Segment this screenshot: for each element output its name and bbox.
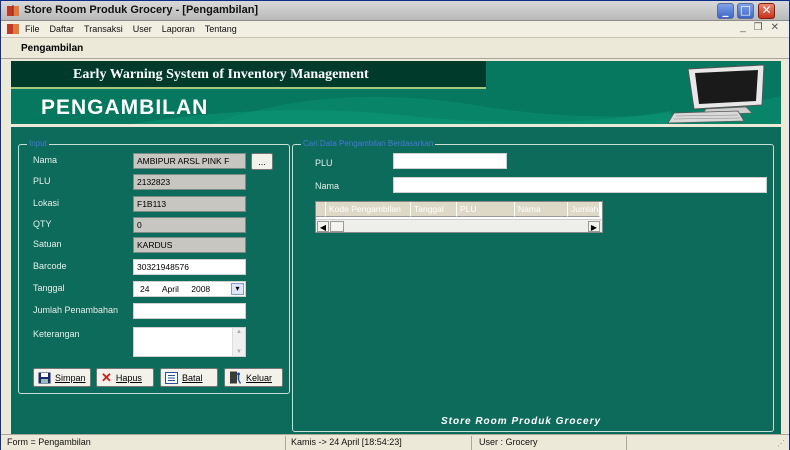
minimize-icon: _ (722, 3, 729, 17)
resize-grip-icon[interactable]: ⋰ (777, 439, 785, 448)
tanggal-year: 2008 (191, 284, 211, 294)
save-icon (38, 372, 51, 383)
search-nama-label: Nama (315, 181, 340, 191)
maximize-button[interactable]: □ (737, 3, 754, 19)
barcode-input[interactable]: 30321948576 (133, 259, 246, 275)
status-separator (626, 436, 627, 450)
exit-door-icon (230, 371, 242, 384)
nama-field[interactable]: AMBIPUR ARSL PINK F (133, 153, 246, 169)
book-menu-icon[interactable] (6, 23, 20, 35)
menu-file[interactable]: File (25, 24, 40, 34)
menu-tentang[interactable]: Tentang (205, 24, 237, 34)
col-kode-pengambilan[interactable]: Kode Pengambilan (326, 202, 411, 217)
qty-label: QTY (33, 219, 52, 229)
status-bar: Form = Pengambilan Kamis -> 24 April [18… (1, 434, 789, 450)
menu-user[interactable]: User (133, 24, 152, 34)
search-plu-label: PLU (315, 158, 333, 168)
search-nama-input[interactable] (393, 177, 767, 193)
col-jumlah[interactable]: Jumlah (568, 202, 600, 217)
book-app-icon (7, 5, 19, 16)
delete-x-icon: ✕ (101, 369, 112, 385)
menu-transaksi[interactable]: Transaksi (84, 24, 123, 34)
mdi-minimize-icon[interactable]: _ (740, 22, 746, 33)
keluar-label: Keluar (246, 372, 273, 383)
hapus-button[interactable]: ✕ Hapus (96, 368, 154, 387)
jumlah-label: Jumlah Penambahan (33, 305, 119, 315)
batal-label: Batal (182, 372, 203, 383)
application-window: Store Room Produk Grocery - [Pengambilan… (0, 0, 790, 450)
child-window-title-bar: Pengambilan (1, 38, 789, 59)
menu-bar: File Daftar Transaksi User Laporan Tenta… (1, 21, 789, 38)
table-horizontal-scrollbar[interactable]: ◀ ▶ (316, 219, 602, 232)
pengambilan-table[interactable]: Kode Pengambilan Tanggal PLU Nama Jumlah… (315, 201, 603, 233)
footer-logo-text: Store Room Produk Grocery (441, 416, 602, 427)
search-group-title: Cari Data Pengambilan Berdasarkan (301, 139, 436, 148)
page-title: PENGAMBILAN (41, 96, 209, 119)
status-user: User : Grocery (479, 437, 538, 447)
keterangan-textarea[interactable] (133, 327, 246, 357)
keterangan-scrollbar[interactable]: ▲ ▼ (232, 328, 245, 356)
status-form: Form = Pengambilan (7, 437, 91, 447)
maximize-icon: □ (739, 3, 752, 17)
main-panel: Input Nama AMBIPUR ARSL PINK F ... PLU 2… (11, 127, 781, 434)
title-bar[interactable]: Store Room Produk Grocery - [Pengambilan… (1, 1, 789, 21)
plu-field[interactable]: 2132823 (133, 174, 246, 190)
row-selector-header (316, 202, 326, 217)
child-window-title: Pengambilan (21, 43, 84, 54)
tanggal-month: April (161, 284, 179, 294)
satuan-label: Satuan (33, 239, 62, 249)
lokasi-field[interactable]: F1B113 (133, 196, 246, 212)
hapus-label: Hapus (115, 372, 142, 383)
list-icon (165, 371, 178, 384)
col-nama[interactable]: Nama (515, 202, 568, 217)
menu-laporan[interactable]: Laporan (162, 24, 195, 34)
lokasi-label: Lokasi (33, 198, 60, 208)
header-banner: Early Warning System of Inventory Manage… (11, 61, 781, 124)
chevron-down-icon[interactable]: ▾ (231, 283, 244, 295)
keluar-button[interactable]: Keluar (224, 368, 283, 387)
barcode-label: Barcode (33, 261, 67, 271)
window-title: Store Room Produk Grocery - [Pengambilan… (24, 4, 259, 16)
tanggal-date-picker[interactable]: 24 April 2008 ▾ (133, 281, 246, 297)
mdi-restore-icon[interactable]: ❒ (754, 22, 763, 33)
mdi-close-icon[interactable]: ✕ (771, 22, 779, 33)
scroll-thumb[interactable] (330, 221, 344, 232)
scroll-up-icon[interactable]: ▲ (236, 329, 242, 335)
mdi-controls: _ ❒ ✕ (740, 22, 779, 33)
status-separator (471, 436, 472, 450)
minimize-button[interactable]: _ (717, 3, 734, 19)
computer-icon (667, 64, 765, 124)
jumlah-penambahan-input[interactable] (133, 303, 246, 319)
plu-label: PLU (33, 176, 51, 186)
tanggal-label: Tanggal (33, 283, 65, 293)
input-group-title: Input (27, 139, 49, 148)
col-plu[interactable]: PLU (457, 202, 515, 217)
status-datetime: Kamis -> 24 April [18:54:23] (291, 437, 402, 447)
nama-label: Nama (33, 155, 58, 165)
ews-title-bar: Early Warning System of Inventory Manage… (11, 61, 486, 89)
simpan-button[interactable]: Simpan (33, 368, 91, 387)
batal-button[interactable]: Batal (160, 368, 218, 387)
col-tanggal[interactable]: Tanggal (411, 202, 457, 217)
table-header: Kode Pengambilan Tanggal PLU Nama Jumlah (316, 202, 600, 217)
menu-items: File Daftar Transaksi User Laporan Tenta… (25, 24, 237, 34)
scroll-right-icon[interactable]: ▶ (588, 221, 600, 232)
banner-subtitle: Early Warning System of Inventory Manage… (73, 67, 369, 82)
scroll-down-icon[interactable]: ▼ (236, 349, 242, 355)
input-group: Input Nama AMBIPUR ARSL PINK F ... PLU 2… (18, 139, 290, 394)
browse-button[interactable]: ... (251, 153, 273, 170)
tanggal-day: 24 (140, 284, 150, 294)
keterangan-label: Keterangan (33, 329, 80, 339)
qty-field[interactable]: 0 (133, 217, 246, 233)
simpan-label: Simpan (55, 372, 86, 383)
status-separator (285, 436, 286, 450)
search-plu-input[interactable] (393, 153, 507, 169)
scroll-left-icon[interactable]: ◀ (317, 221, 329, 232)
menu-daftar[interactable]: Daftar (50, 24, 75, 34)
close-button[interactable]: ✕ (758, 3, 775, 19)
satuan-field[interactable]: KARDUS (133, 237, 246, 253)
close-icon: ✕ (761, 3, 772, 17)
